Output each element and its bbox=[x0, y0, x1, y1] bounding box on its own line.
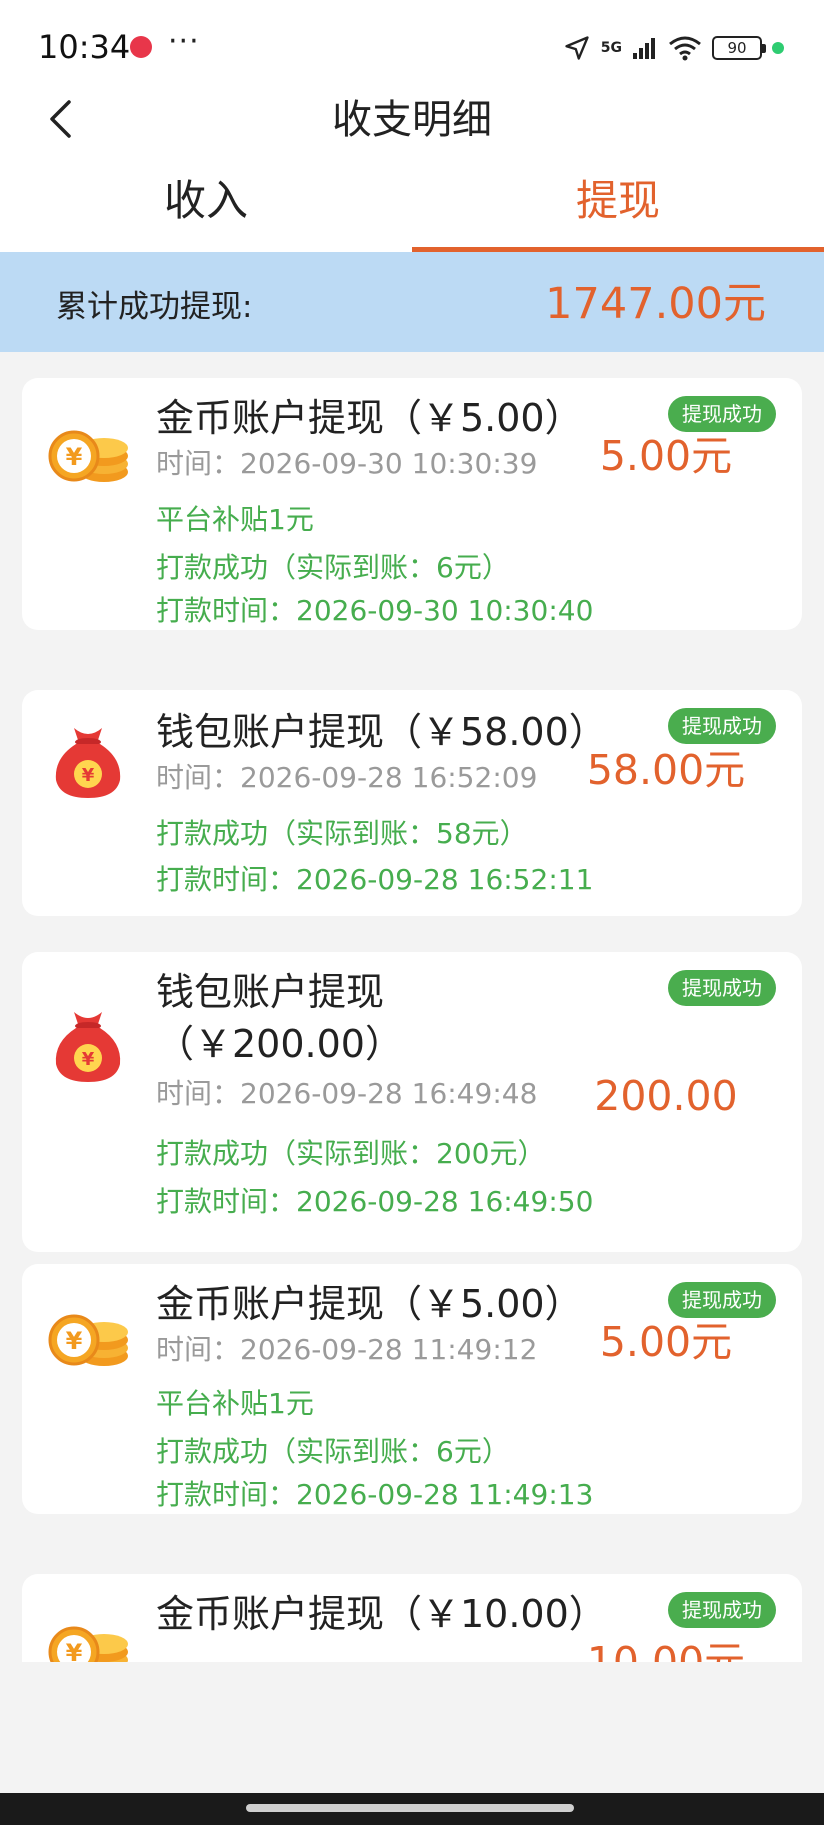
record-card[interactable]: ¥ 金币账户提现（￥5.00） 时间：2026-09-28 11:49:12 平… bbox=[22, 1264, 802, 1514]
record-card[interactable]: ¥ 钱包账户提现（￥58.00） 时间：2026-09-28 16:52:09 … bbox=[22, 690, 802, 916]
tab-withdraw[interactable]: 提现 bbox=[412, 160, 824, 252]
wifi-icon bbox=[669, 36, 701, 61]
summary-value: 1747.00元 bbox=[545, 279, 766, 329]
battery-icon: 90 bbox=[712, 36, 766, 60]
summary-label: 累计成功提现: bbox=[56, 289, 253, 325]
record-title: 金币账户提现（￥10.00） bbox=[156, 1592, 607, 1636]
record-title: 钱包账户提现（￥58.00） bbox=[156, 710, 607, 754]
record-list[interactable]: ¥ 金币账户提现（￥5.00） 时间：2026-09-30 10:30:39 平… bbox=[0, 352, 824, 1662]
record-amount: 5.00元 bbox=[599, 432, 733, 480]
record-time: 时间：2026-09-28 11:49:12 bbox=[156, 1333, 538, 1366]
cell-signal-icon bbox=[633, 38, 655, 59]
record-title: 金币账户提现（￥5.00） bbox=[156, 396, 583, 440]
money-bag-icon: ¥ bbox=[55, 728, 121, 798]
record-amount: 58.00元 bbox=[586, 746, 746, 794]
network-label: 5G bbox=[600, 40, 622, 56]
svg-text:¥: ¥ bbox=[82, 1049, 95, 1070]
record-card[interactable]: ¥ 金币账户提现（￥5.00） 时间：2026-09-30 10:30:39 平… bbox=[22, 378, 802, 630]
status-badge: 提现成功 bbox=[668, 708, 776, 744]
svg-text:¥: ¥ bbox=[66, 1327, 83, 1355]
tab-income[interactable]: 收入 bbox=[0, 160, 412, 252]
record-amount: 5.00元 bbox=[599, 1318, 733, 1366]
status-badge: 提现成功 bbox=[668, 396, 776, 432]
location-arrow-icon bbox=[565, 36, 589, 60]
record-time: 时间：2026-09-30 10:30:39 bbox=[156, 447, 538, 480]
record-payout-time: 打款时间：2026-09-30 10:30:40 bbox=[156, 594, 594, 627]
record-payout-time: 打款时间：2026-09-28 16:52:11 bbox=[156, 863, 594, 896]
record-payout-status: 打款成功（实际到账：58元） bbox=[156, 817, 528, 850]
record-subsidy: 平台补贴1元 bbox=[156, 1387, 314, 1420]
status-badge: 提现成功 bbox=[668, 1592, 776, 1628]
record-card[interactable]: ¥ 钱包账户提现 （￥200.00） 时间：2026-09-28 16:49:4… bbox=[22, 952, 802, 1252]
record-card[interactable]: ¥ 金币账户提现（￥10.00） 提现成功 10.00元 bbox=[22, 1574, 802, 1662]
coin-stack-icon: ¥ bbox=[48, 1626, 128, 1662]
record-payout-status: 打款成功（实际到账：6元） bbox=[156, 551, 510, 584]
status-badge: 提现成功 bbox=[668, 1282, 776, 1318]
privacy-indicator-dot bbox=[772, 42, 784, 54]
tab-bar: 收入 提现 bbox=[0, 160, 824, 252]
record-payout-status: 打款成功（实际到账：200元） bbox=[156, 1137, 546, 1170]
record-payout-time: 打款时间：2026-09-28 16:49:50 bbox=[156, 1185, 594, 1218]
record-title: 金币账户提现（￥5.00） bbox=[156, 1282, 583, 1326]
status-icons: 5G 90 bbox=[563, 28, 784, 68]
coin-stack-icon: ¥ bbox=[48, 1314, 128, 1366]
home-indicator[interactable] bbox=[246, 1804, 574, 1812]
money-bag-icon: ¥ bbox=[55, 1012, 121, 1082]
withdraw-summary: 累计成功提现: 1747.00元 bbox=[0, 252, 824, 352]
record-subsidy: 平台补贴1元 bbox=[156, 503, 314, 536]
status-time: 10:34 bbox=[38, 28, 131, 66]
record-amount: 10.00元 bbox=[586, 1638, 746, 1662]
record-payout-status: 打款成功（实际到账：6元） bbox=[156, 1435, 510, 1468]
record-payout-time: 打款时间：2026-09-28 11:49:13 bbox=[156, 1478, 594, 1511]
header: 收支明细 bbox=[0, 80, 824, 160]
page-title: 收支明细 bbox=[332, 97, 492, 143]
record-time: 时间：2026-09-28 16:52:09 bbox=[156, 761, 538, 794]
svg-text:¥: ¥ bbox=[82, 765, 95, 786]
record-title-line1: 钱包账户提现 bbox=[156, 970, 385, 1014]
record-amount: 200.00 bbox=[594, 1072, 738, 1120]
record-time: 时间：2026-09-28 16:49:48 bbox=[156, 1077, 538, 1110]
svg-text:¥: ¥ bbox=[66, 443, 83, 471]
record-title-line2: （￥200.00） bbox=[156, 1022, 403, 1066]
status-badge: 提现成功 bbox=[668, 970, 776, 1006]
app-notification-icon bbox=[130, 36, 152, 58]
more-notifications-icon: ··· bbox=[168, 24, 200, 59]
svg-text:¥: ¥ bbox=[66, 1639, 83, 1662]
coin-stack-icon: ¥ bbox=[48, 430, 128, 482]
